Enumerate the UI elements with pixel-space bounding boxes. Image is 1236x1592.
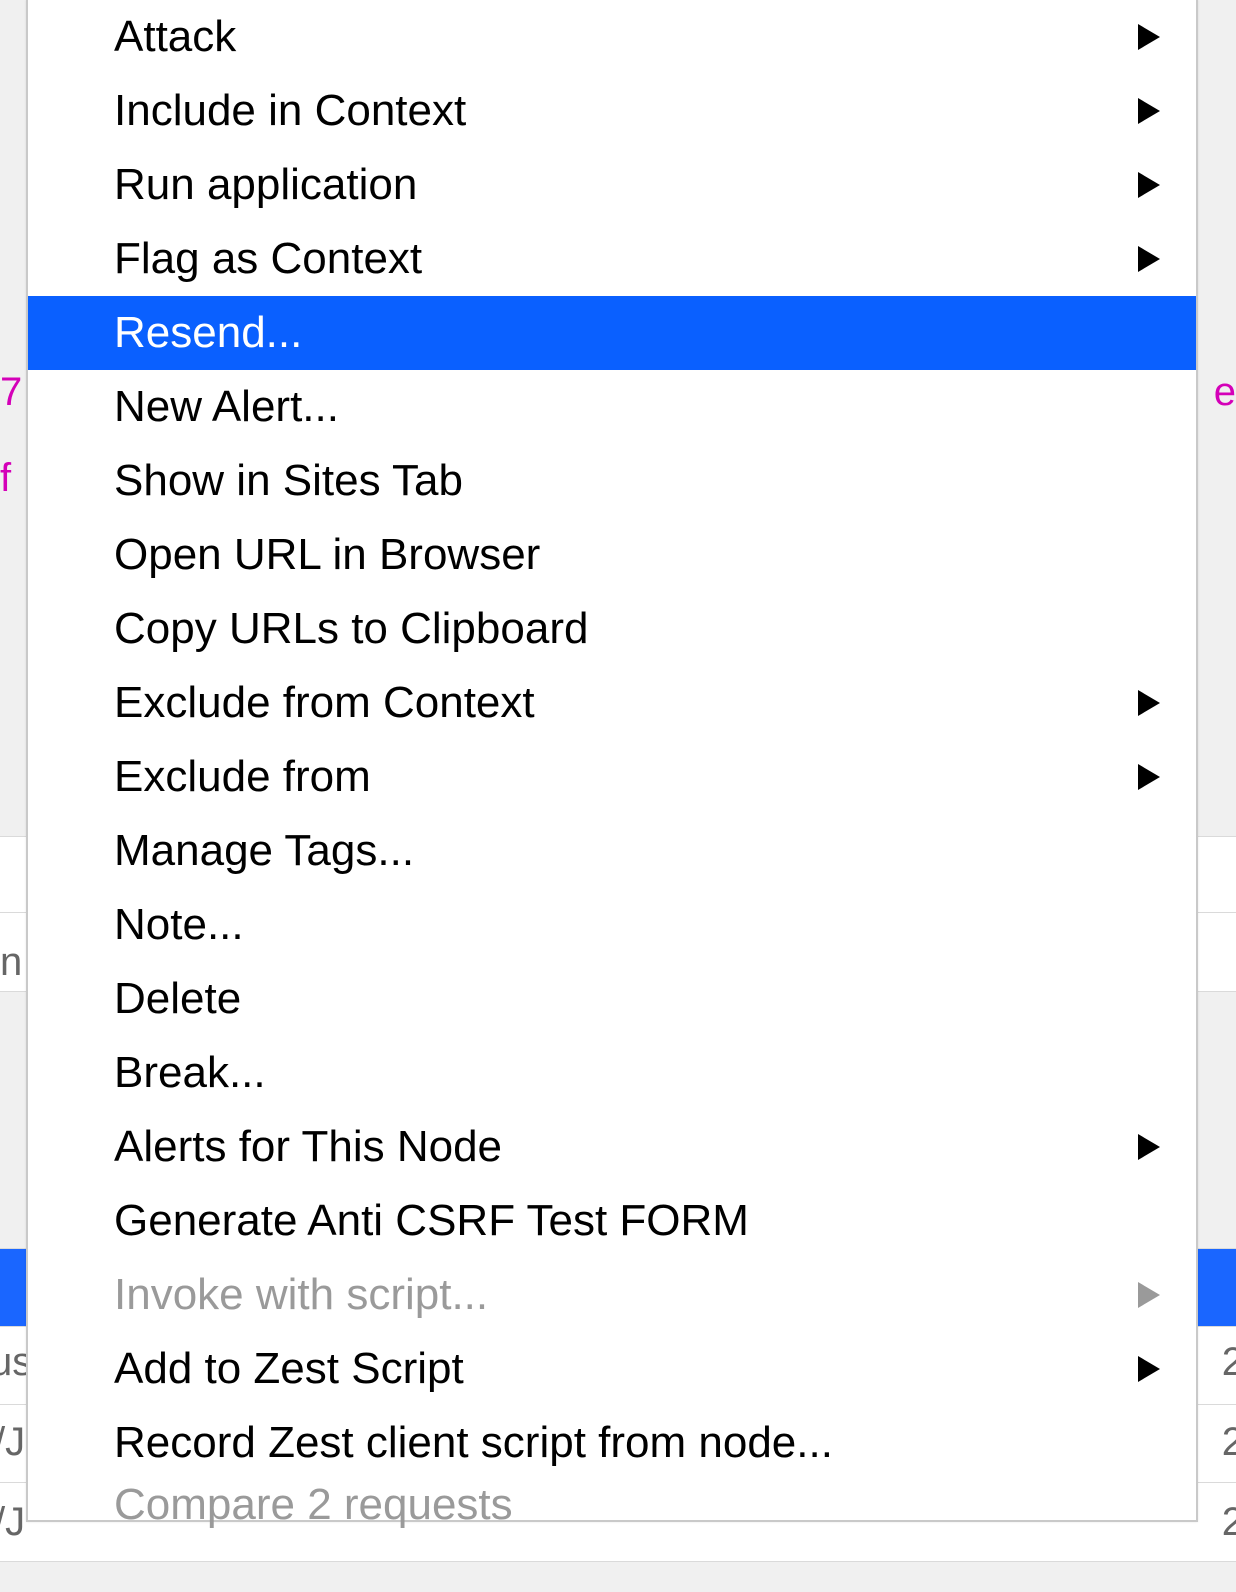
- menu-item-note[interactable]: Note...: [28, 888, 1196, 962]
- menu-item-open-url-in-browser[interactable]: Open URL in Browser: [28, 518, 1196, 592]
- chevron-right-icon: [1138, 1356, 1160, 1382]
- menu-item-label: Compare 2 requests: [114, 1480, 513, 1530]
- menu-item-generate-anti-csrf-test-form[interactable]: Generate Anti CSRF Test FORM: [28, 1184, 1196, 1258]
- menu-item-attack[interactable]: Attack: [28, 0, 1196, 74]
- menu-item-resend[interactable]: Resend...: [28, 296, 1196, 370]
- chevron-right-icon: [1138, 98, 1160, 124]
- bg-text-fragment: 2: [1222, 1340, 1236, 1385]
- menu-item-label: Exclude from Context: [114, 678, 535, 728]
- menu-item-label: Break...: [114, 1048, 266, 1098]
- menu-item-label: Include in Context: [114, 86, 466, 136]
- bg-text-fragment: f: [0, 456, 11, 501]
- menu-item-label: Invoke with script...: [114, 1270, 488, 1320]
- menu-item-manage-tags[interactable]: Manage Tags...: [28, 814, 1196, 888]
- chevron-right-icon: [1138, 1134, 1160, 1160]
- menu-item-exclude-from-context[interactable]: Exclude from Context: [28, 666, 1196, 740]
- context-menu: Attack Include in Context Run applicatio…: [26, 0, 1198, 1522]
- menu-item-label: Alerts for This Node: [114, 1122, 502, 1172]
- menu-item-label: Record Zest client script from node...: [114, 1418, 833, 1468]
- bg-text-fragment: /J: [0, 1500, 25, 1545]
- menu-item-new-alert[interactable]: New Alert...: [28, 370, 1196, 444]
- bg-text-fragment: 2: [1222, 1500, 1236, 1545]
- menu-item-label: Attack: [114, 12, 236, 62]
- menu-item-label: Delete: [114, 974, 241, 1024]
- menu-item-copy-urls-to-clipboard[interactable]: Copy URLs to Clipboard: [28, 592, 1196, 666]
- menu-item-label: Run application: [114, 160, 417, 210]
- menu-item-compare-2-requests: Compare 2 requests: [28, 1480, 1196, 1520]
- menu-item-alerts-for-this-node[interactable]: Alerts for This Node: [28, 1110, 1196, 1184]
- menu-item-add-to-zest-script[interactable]: Add to Zest Script: [28, 1332, 1196, 1406]
- menu-item-show-in-sites-tab[interactable]: Show in Sites Tab: [28, 444, 1196, 518]
- chevron-right-icon: [1138, 246, 1160, 272]
- menu-item-invoke-with-script: Invoke with script...: [28, 1258, 1196, 1332]
- chevron-right-icon: [1138, 24, 1160, 50]
- menu-item-label: Show in Sites Tab: [114, 456, 463, 506]
- chevron-right-icon: [1138, 764, 1160, 790]
- chevron-right-icon: [1138, 690, 1160, 716]
- menu-item-label: Open URL in Browser: [114, 530, 540, 580]
- menu-item-label: Add to Zest Script: [114, 1344, 464, 1394]
- menu-item-label: Exclude from: [114, 752, 371, 802]
- menu-item-delete[interactable]: Delete: [28, 962, 1196, 1036]
- menu-item-record-zest-client-script[interactable]: Record Zest client script from node...: [28, 1406, 1196, 1480]
- menu-item-label: Resend...: [114, 308, 302, 358]
- menu-item-flag-as-context[interactable]: Flag as Context: [28, 222, 1196, 296]
- menu-item-label: Manage Tags...: [114, 826, 414, 876]
- bg-text-fragment: /J: [0, 1420, 25, 1465]
- menu-item-run-application[interactable]: Run application: [28, 148, 1196, 222]
- menu-item-break[interactable]: Break...: [28, 1036, 1196, 1110]
- menu-item-label: New Alert...: [114, 382, 339, 432]
- bg-text-fragment: n: [0, 940, 22, 985]
- menu-item-label: Copy URLs to Clipboard: [114, 604, 588, 654]
- menu-item-include-in-context[interactable]: Include in Context: [28, 74, 1196, 148]
- bg-text-fragment: 7: [0, 370, 22, 415]
- menu-item-label: Generate Anti CSRF Test FORM: [114, 1196, 749, 1246]
- menu-item-label: Note...: [114, 900, 244, 950]
- chevron-right-icon: [1138, 1282, 1160, 1308]
- bg-text-fragment: 2: [1222, 1420, 1236, 1465]
- bg-text-fragment: e: [1214, 370, 1236, 415]
- menu-item-label: Flag as Context: [114, 234, 422, 284]
- menu-item-exclude-from[interactable]: Exclude from: [28, 740, 1196, 814]
- chevron-right-icon: [1138, 172, 1160, 198]
